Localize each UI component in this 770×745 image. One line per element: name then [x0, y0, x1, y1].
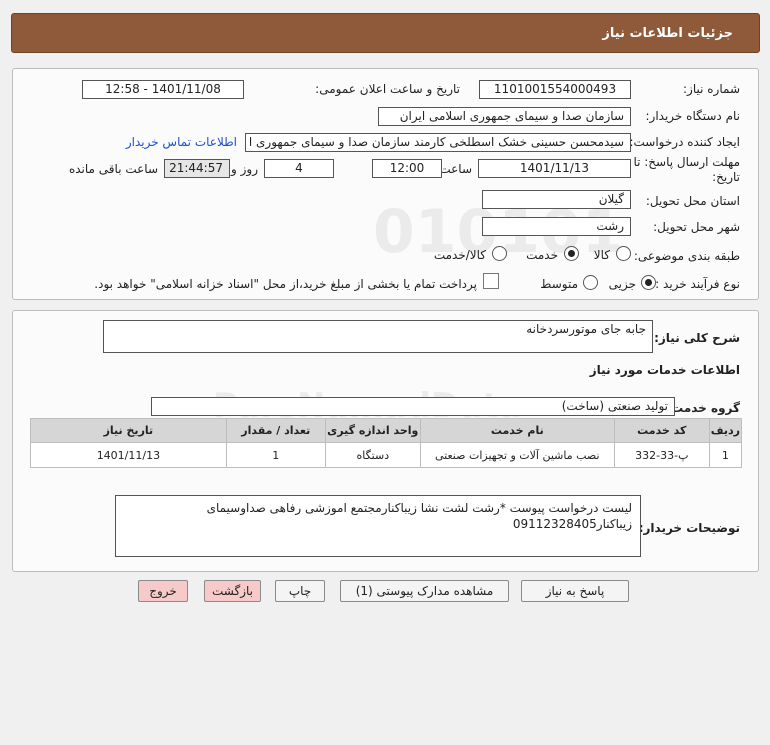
process-minor-label: جزیی	[608, 277, 636, 291]
buyer-contact-link[interactable]: اطلاعات تماس خریدار	[126, 135, 237, 149]
cell-quantity: 1	[225, 442, 326, 468]
col-service-code: کد خدمت	[613, 418, 710, 443]
category-goods-radio[interactable]	[616, 246, 631, 261]
col-quantity: تعداد / مقدار	[225, 418, 326, 443]
buyer-org-field: سازمان صدا و سیمای جمهوری اسلامی ایران	[378, 107, 631, 126]
remaining-label: ساعت باقی مانده	[68, 162, 158, 176]
back-button[interactable]: بازگشت	[204, 580, 261, 602]
services-table: ردیف کد خدمت نام خدمت واحد اندازه گیری ت…	[30, 418, 743, 468]
province-label: استان محل تحویل:	[645, 194, 740, 208]
table-header-row: ردیف کد خدمت نام خدمت واحد اندازه گیری ت…	[30, 418, 743, 443]
attachments-button[interactable]: مشاهده مدارک پیوستی (1)	[340, 580, 509, 602]
need-number-label: شماره نیاز:	[683, 82, 740, 96]
remaining-time-field: 21:44:57	[164, 159, 230, 178]
col-unit: واحد اندازه گیری	[324, 418, 421, 443]
cell-service-name: نصب ماشین آلات و تجهیزات صنعتی	[419, 442, 615, 468]
category-both-label: کالا/خدمت	[433, 248, 486, 262]
category-goods-label: کالا	[593, 248, 610, 262]
cell-row-number: 1	[708, 442, 743, 468]
treasury-payment-note: پرداخت تمام یا بخشی از مبلغ خرید،از محل …	[94, 277, 477, 291]
need-details-panel: 010101 شماره نیاز: 1101001554000493 تاری…	[12, 68, 759, 300]
deadline-time-label: ساعت	[439, 162, 472, 176]
col-need-date: تاریخ نیاز	[30, 418, 227, 443]
deadline-date-field: 1401/11/13	[478, 159, 631, 178]
process-medium-label: متوسط	[540, 277, 578, 291]
category-service-label: خدمت	[526, 248, 558, 262]
category-label: طبقه بندی موضوعی:	[633, 249, 740, 263]
exit-button[interactable]: خروج	[138, 580, 188, 602]
print-button[interactable]: چاپ	[275, 580, 325, 602]
service-group-label: گروه خدمت:	[666, 401, 740, 415]
service-group-field: تولید صنعتی (ساخت)	[151, 397, 675, 416]
page-title: جزئیات اطلاعات نیاز	[602, 26, 733, 41]
category-service-radio[interactable]	[564, 246, 579, 261]
process-label: نوع فرآیند خرید :	[655, 277, 740, 291]
page-header: جزئیات اطلاعات نیاز	[11, 13, 760, 53]
requester-label: ایجاد کننده درخواست:	[629, 135, 740, 149]
province-field: گیلان	[482, 190, 631, 209]
requester-field: سیدمحسن حسینی خشک اسطلخی کارمند سازمان ص…	[245, 133, 631, 152]
cell-unit: دستگاه	[324, 442, 421, 468]
announce-label: تاریخ و ساعت اعلان عمومی:	[315, 82, 460, 96]
summary-label: شرح کلی نیاز:	[654, 331, 740, 345]
deadline-date-label: تاریخ:	[712, 170, 740, 184]
announce-field: 1401/11/08 - 12:58	[82, 80, 244, 99]
buyer-desc-label: توضیحات خریدار:	[638, 521, 740, 535]
days-label: روز و	[231, 162, 258, 176]
treasury-payment-checkbox[interactable]	[483, 273, 499, 289]
col-service-name: نام خدمت	[419, 418, 615, 443]
cell-service-code: پ-33-332	[613, 442, 710, 468]
services-info-title: اطلاعات خدمات مورد نیاز	[589, 363, 740, 377]
col-row-number: ردیف	[708, 418, 743, 443]
services-panel: ParsNamadData شرح کلی نیاز: جابه جای موت…	[12, 310, 759, 572]
category-both-radio[interactable]	[492, 246, 507, 261]
buyer-org-label: نام دستگاه خریدار:	[645, 109, 741, 123]
reply-button[interactable]: پاسخ به نیاز	[521, 580, 629, 602]
days-field: 4	[264, 159, 334, 178]
process-medium-radio[interactable]	[583, 275, 598, 290]
city-label: شهر محل تحویل:	[653, 220, 740, 234]
deadline-label: مهلت ارسال پاسخ: تا	[633, 155, 740, 169]
deadline-time-field: 12:00	[372, 159, 442, 178]
need-number-field: 1101001554000493	[479, 80, 631, 99]
cell-need-date: 1401/11/13	[30, 442, 227, 468]
city-field: رشت	[482, 217, 631, 236]
summary-field: جابه جای موتورسردخانه	[103, 320, 653, 353]
table-row: 1 پ-33-332 نصب ماشین آلات و تجهیزات صنعت…	[30, 442, 743, 468]
buyer-desc-field: لیست درخواست پیوست *رشت لشت نشا زیباکنار…	[115, 495, 641, 557]
process-minor-radio[interactable]	[641, 275, 656, 290]
